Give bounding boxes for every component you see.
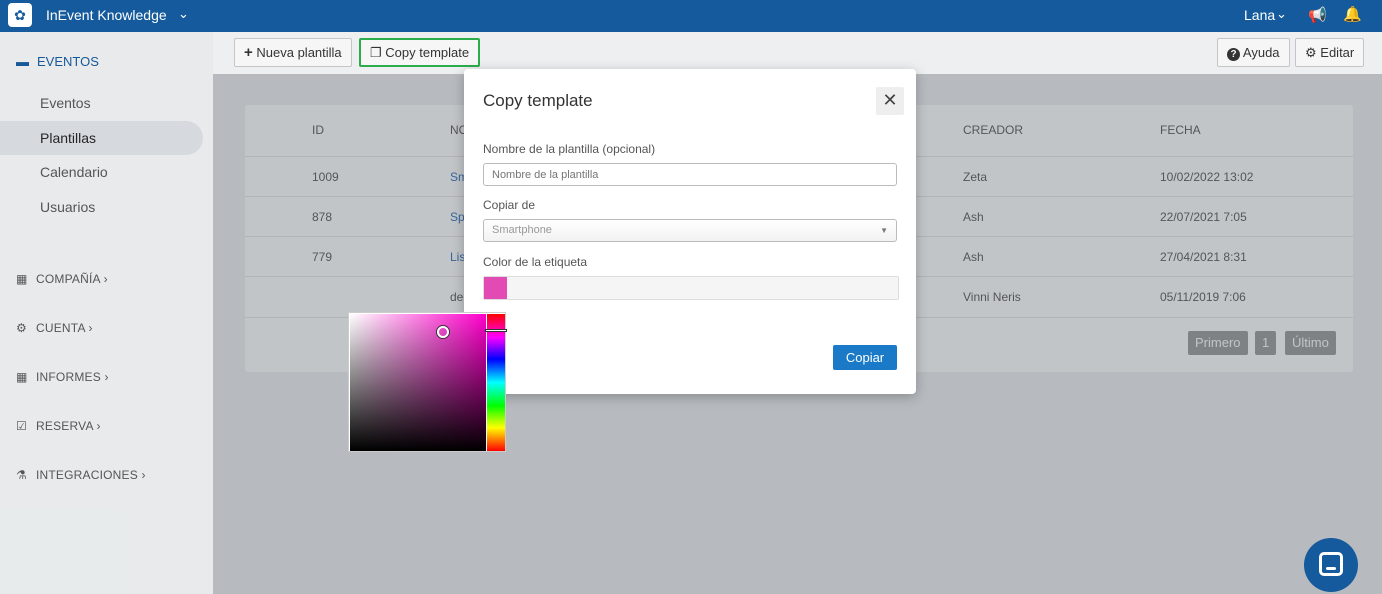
top-bar: ✿ InEvent Knowledge ⌄ Lana ⌄ 📢 🔔 xyxy=(0,0,1382,32)
saturation-value-area[interactable] xyxy=(350,314,486,451)
gear-icon: ⚙ xyxy=(1305,45,1317,60)
sidebar-group-cuenta[interactable]: ⚙ CUENTA › xyxy=(16,321,93,335)
new-template-label: Nueva plantilla xyxy=(256,45,342,60)
dialog-title: Copy template xyxy=(483,91,593,110)
sidebar-section-eventos[interactable]: ▬ EVENTOS xyxy=(16,54,99,69)
template-name-input[interactable] xyxy=(483,163,897,186)
color-picker-popover xyxy=(348,312,507,452)
bell-icon[interactable]: 🔔 xyxy=(1343,5,1362,23)
copy-from-select[interactable]: Smartphone ▼ xyxy=(483,219,897,242)
sidebar-group-label: COMPAÑÍA xyxy=(36,272,101,286)
sidebar-item-plantillas[interactable]: Plantillas xyxy=(0,121,203,155)
chevron-right-icon: › xyxy=(141,468,146,482)
building-icon: ▦ xyxy=(16,272,28,286)
hue-slider-handle[interactable] xyxy=(485,329,507,332)
calendar-check-icon: ☑ xyxy=(16,419,27,433)
sidebar-section-label: EVENTOS xyxy=(37,54,99,69)
gear-icon: ⚙ xyxy=(16,321,27,335)
question-circle-icon: ? xyxy=(1227,48,1240,61)
sidebar-item-calendario[interactable]: Calendario xyxy=(0,155,203,189)
new-template-button[interactable]: + Nueva plantilla xyxy=(234,38,352,67)
toolbar: + Nueva plantilla ❐ Copy template ? Ayud… xyxy=(213,32,1382,74)
color-swatch[interactable] xyxy=(484,277,507,299)
sidebar-group-label: INFORMES xyxy=(36,370,101,384)
chat-icon xyxy=(1319,552,1343,576)
sidebar-item-eventos[interactable]: Eventos xyxy=(0,86,203,120)
sidebar-item-usuarios[interactable]: Usuarios xyxy=(0,190,203,224)
app-name[interactable]: InEvent Knowledge xyxy=(46,7,167,23)
edit-button[interactable]: ⚙ Editar xyxy=(1295,38,1365,67)
chat-launcher-button[interactable] xyxy=(1304,538,1358,592)
copy-from-value: Smartphone xyxy=(492,224,552,236)
sidebar-group-reserva[interactable]: ☑ RESERVA › xyxy=(16,419,101,433)
chevron-right-icon: › xyxy=(104,370,109,384)
chevron-right-icon: › xyxy=(88,321,93,335)
copy-submit-button[interactable]: Copiar xyxy=(833,345,897,370)
copy-template-button[interactable]: ❐ Copy template xyxy=(359,38,481,67)
chevron-right-icon: › xyxy=(103,272,108,286)
copy-template-label: Copy template xyxy=(385,45,470,60)
app-logo-icon[interactable]: ✿ xyxy=(8,3,32,27)
sidebar-group-compania[interactable]: ▦ COMPAÑÍA › xyxy=(16,272,108,286)
color-selector-handle[interactable] xyxy=(437,326,449,338)
flask-icon: ⚗ xyxy=(16,468,27,482)
plus-icon: + xyxy=(244,44,253,61)
help-label: Ayuda xyxy=(1242,45,1280,60)
sidebar-group-label: INTEGRACIONES xyxy=(36,468,138,482)
megaphone-icon[interactable]: 📢 xyxy=(1308,6,1327,24)
user-menu-name[interactable]: Lana xyxy=(1244,7,1275,23)
calendar-icon: ▬ xyxy=(16,54,29,69)
copy-from-label: Copiar de xyxy=(483,198,536,212)
hue-slider[interactable] xyxy=(487,314,505,451)
label-color-field[interactable] xyxy=(483,276,899,300)
report-icon: ▦ xyxy=(16,370,28,384)
sidebar-group-label: RESERVA xyxy=(36,419,93,433)
sidebar-group-label: CUENTA xyxy=(36,321,85,335)
sidebar-group-informes[interactable]: ▦ INFORMES › xyxy=(16,370,109,384)
sidebar-group-integraciones[interactable]: ⚗ INTEGRACIONES › xyxy=(16,468,146,482)
sidebar: ▬ EVENTOS Eventos Plantillas Calendario U… xyxy=(0,32,213,594)
chevron-right-icon: › xyxy=(96,419,101,433)
chevron-down-icon: ▼ xyxy=(880,226,888,235)
template-name-label: Nombre de la plantilla (opcional) xyxy=(483,142,656,156)
app-switch-chevron-icon[interactable]: ⌄ xyxy=(178,6,189,22)
copy-icon: ❐ xyxy=(370,45,382,60)
label-color-label: Color de la etiqueta xyxy=(483,255,588,269)
help-button[interactable]: ? Ayuda xyxy=(1217,38,1290,67)
edit-label: Editar xyxy=(1320,45,1355,60)
user-menu-chevron-icon[interactable]: ⌄ xyxy=(1276,6,1287,22)
copy-template-dialog: Copy template ✕ Nombre de la plantilla (… xyxy=(464,69,916,394)
close-icon[interactable]: ✕ xyxy=(876,87,904,115)
